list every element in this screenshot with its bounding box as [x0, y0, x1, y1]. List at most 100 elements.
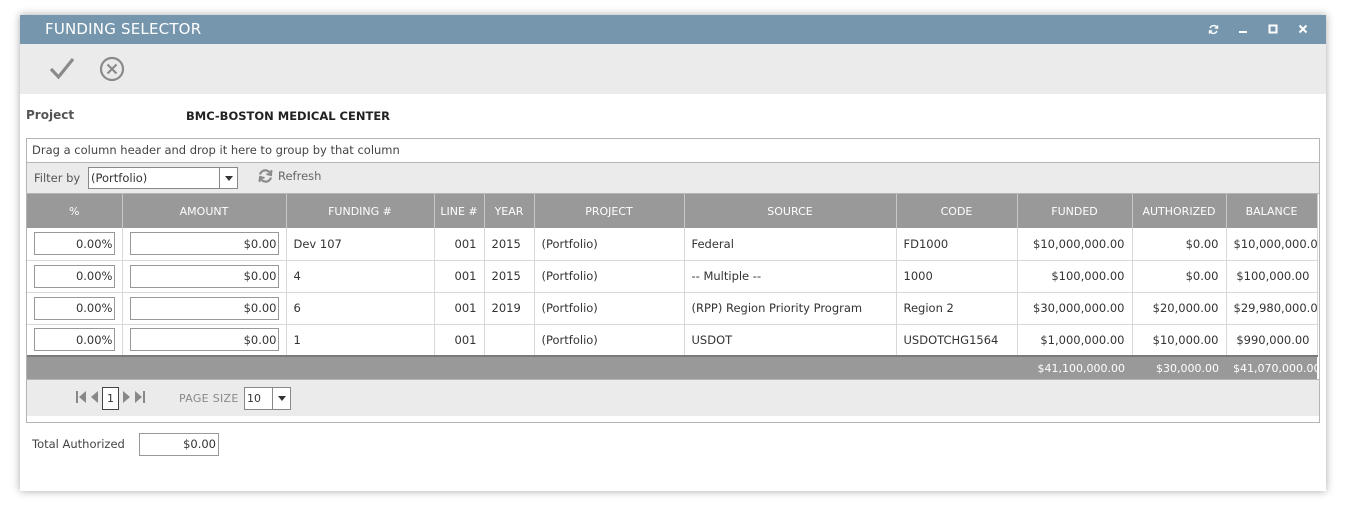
total-funded: $41,100,000.00 [1017, 355, 1132, 379]
total-authorized-label: Total Authorized [32, 437, 125, 451]
total-authorized-col: $30,000.00 [1132, 355, 1226, 379]
amount-input[interactable] [129, 232, 279, 256]
table-row[interactable]: 6 001 2019 (Portfolio) (RPP) Region Prio… [27, 292, 1318, 325]
col-header-year[interactable]: YEAR [484, 194, 535, 228]
restore-icon[interactable] [1205, 21, 1221, 37]
pct-input[interactable] [34, 296, 115, 320]
dropdown-arrow-icon[interactable] [219, 168, 237, 188]
col-header-pct[interactable]: % [27, 194, 123, 228]
last-page-icon[interactable] [134, 390, 146, 407]
cell-code: USDOTCHG1564 [896, 324, 1018, 357]
window-controls [1205, 21, 1311, 37]
page-size-select[interactable]: 10 [244, 387, 291, 410]
funding-grid: Drag a column header and drop it here to… [26, 138, 1320, 423]
cell-funded: $30,000,000.00 [1017, 292, 1133, 325]
col-header-authorized[interactable]: AUTHORIZED [1132, 194, 1227, 228]
dropdown-arrow-icon[interactable] [272, 388, 290, 409]
toolbar [20, 44, 1326, 94]
refresh-label: Refresh [278, 169, 322, 183]
cell-funding: 6 [286, 292, 435, 325]
cell-funded: $100,000.00 [1017, 260, 1133, 293]
cell-authorized: $10,000.00 [1132, 324, 1227, 357]
cell-funded: $1,000,000.00 [1017, 324, 1133, 357]
maximize-icon[interactable] [1265, 21, 1281, 37]
cell-project: (Portfolio) [534, 324, 685, 357]
total-authorized-value: $0.00 [139, 433, 219, 456]
cell-balance: $10,000,000.00 [1226, 228, 1318, 261]
cell-line: 001 [434, 292, 485, 325]
cell-funding: 1 [286, 324, 435, 357]
current-page[interactable]: 1 [102, 387, 119, 410]
col-header-code[interactable]: CODE [896, 194, 1018, 228]
group-panel[interactable]: Drag a column header and drop it here to… [27, 139, 1319, 163]
pct-input[interactable] [34, 328, 115, 352]
refresh-icon [258, 169, 273, 183]
cell-funding: Dev 107 [286, 228, 435, 261]
col-header-line[interactable]: LINE # [434, 194, 485, 228]
pager-nav: 1 [75, 387, 146, 410]
amount-input[interactable] [129, 296, 279, 320]
amount-input[interactable] [129, 328, 279, 352]
cell-funding: 4 [286, 260, 435, 293]
cell-code: 1000 [896, 260, 1018, 293]
col-header-project[interactable]: PROJECT [534, 194, 685, 228]
cell-source: (RPP) Region Priority Program [684, 292, 897, 325]
table-row[interactable]: 4 001 2015 (Portfolio) -- Multiple -- 10… [27, 260, 1318, 293]
col-header-balance[interactable]: BALANCE [1226, 194, 1318, 228]
cell-line: 001 [434, 324, 485, 357]
cell-year: 2015 [484, 260, 535, 293]
prev-page-icon[interactable] [90, 390, 99, 407]
col-header-source[interactable]: SOURCE [684, 194, 897, 228]
totals-row: $41,100,000.00 $30,000.00 $41,070,000.00 [27, 355, 1317, 379]
filter-bar: Filter by (Portfolio) Refresh [27, 163, 1319, 194]
next-page-icon[interactable] [122, 390, 131, 407]
checkmark-icon[interactable] [48, 55, 76, 83]
cell-project: (Portfolio) [534, 292, 685, 325]
table-row[interactable]: Dev 107 001 2015 (Portfolio) Federal FD1… [27, 228, 1318, 261]
cancel-circle-icon[interactable] [98, 55, 126, 83]
cell-project: (Portfolio) [534, 228, 685, 261]
cell-code: Region 2 [896, 292, 1018, 325]
cell-authorized: $20,000.00 [1132, 292, 1227, 325]
funding-table: % AMOUNT FUNDING # LINE # YEAR PROJECT S… [27, 194, 1318, 379]
project-value: BMC-BOSTON MEDICAL CENTER [186, 109, 391, 123]
cell-funded: $10,000,000.00 [1017, 228, 1133, 261]
cell-code: FD1000 [896, 228, 1018, 261]
cell-year [484, 324, 535, 357]
pager: 1 PAGE SIZE 10 [27, 379, 1319, 416]
cell-year: 2019 [484, 292, 535, 325]
filter-value: (Portfolio) [91, 171, 148, 185]
cell-year: 2015 [484, 228, 535, 261]
cell-project: (Portfolio) [534, 260, 685, 293]
table-row[interactable]: 1 001 (Portfolio) USDOT USDOTCHG1564 $1,… [27, 324, 1318, 357]
col-header-funded[interactable]: FUNDED [1017, 194, 1133, 228]
col-header-funding[interactable]: FUNDING # [286, 194, 435, 228]
close-icon[interactable] [1295, 21, 1311, 37]
page-size-label: PAGE SIZE [179, 392, 239, 405]
cell-line: 001 [434, 260, 485, 293]
cell-line: 001 [434, 228, 485, 261]
titlebar: FUNDING SELECTOR [20, 15, 1326, 44]
filter-select[interactable]: (Portfolio) [88, 167, 238, 189]
filter-label: Filter by [34, 171, 81, 185]
cell-authorized: $0.00 [1132, 260, 1227, 293]
page-size-value: 10 [247, 392, 261, 405]
project-label: Project [26, 108, 75, 122]
refresh-button[interactable]: Refresh [257, 168, 321, 184]
table-header-row: % AMOUNT FUNDING # LINE # YEAR PROJECT S… [27, 194, 1318, 228]
pct-input[interactable] [34, 264, 115, 288]
col-header-amount[interactable]: AMOUNT [122, 194, 287, 228]
cell-authorized: $0.00 [1132, 228, 1227, 261]
cell-balance: $990,000.00 [1226, 324, 1318, 357]
window-title: FUNDING SELECTOR [45, 20, 202, 38]
cell-source: USDOT [684, 324, 897, 357]
cell-source: Federal [684, 228, 897, 261]
pct-input[interactable] [34, 232, 115, 256]
minimize-icon[interactable] [1235, 21, 1251, 37]
funding-selector-window: FUNDING SELECTOR Project BMC-BOSTON MEDI… [20, 15, 1326, 491]
amount-input[interactable] [129, 264, 279, 288]
first-page-icon[interactable] [75, 390, 87, 407]
cell-balance: $100,000.00 [1226, 260, 1318, 293]
total-balance: $41,070,000.00 [1226, 355, 1317, 379]
cell-balance: $29,980,000.00 [1226, 292, 1318, 325]
